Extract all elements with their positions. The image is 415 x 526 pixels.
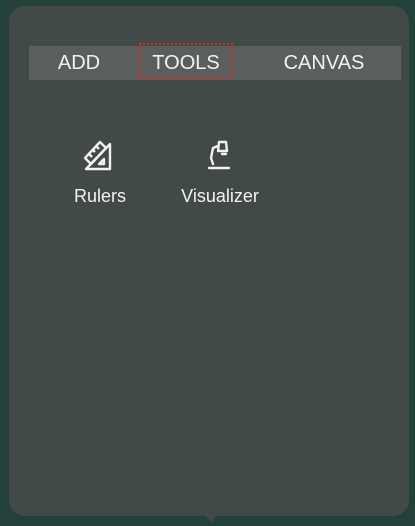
visualizer-label: Visualizer (181, 186, 259, 206)
rulers-label: Rulers (73, 186, 126, 206)
popup-pointer (200, 510, 222, 522)
app-screen: ADD TOOLS CANVAS Rulers Visualizer (0, 0, 415, 526)
rulers-tool-button[interactable]: Rulers (55, 136, 145, 222)
tab-tools[interactable]: TOOLS (139, 43, 233, 79)
tab-add[interactable]: ADD (49, 46, 109, 80)
ruler-icon (80, 136, 120, 176)
tab-bar: ADD TOOLS CANVAS (29, 43, 401, 80)
visualizer-tool-button[interactable]: Visualizer (155, 136, 285, 222)
tab-canvas[interactable]: CANVAS (269, 46, 379, 80)
tools-popup: ADD TOOLS CANVAS Rulers Visualizer (9, 6, 409, 516)
visualizer-icon (200, 136, 240, 176)
